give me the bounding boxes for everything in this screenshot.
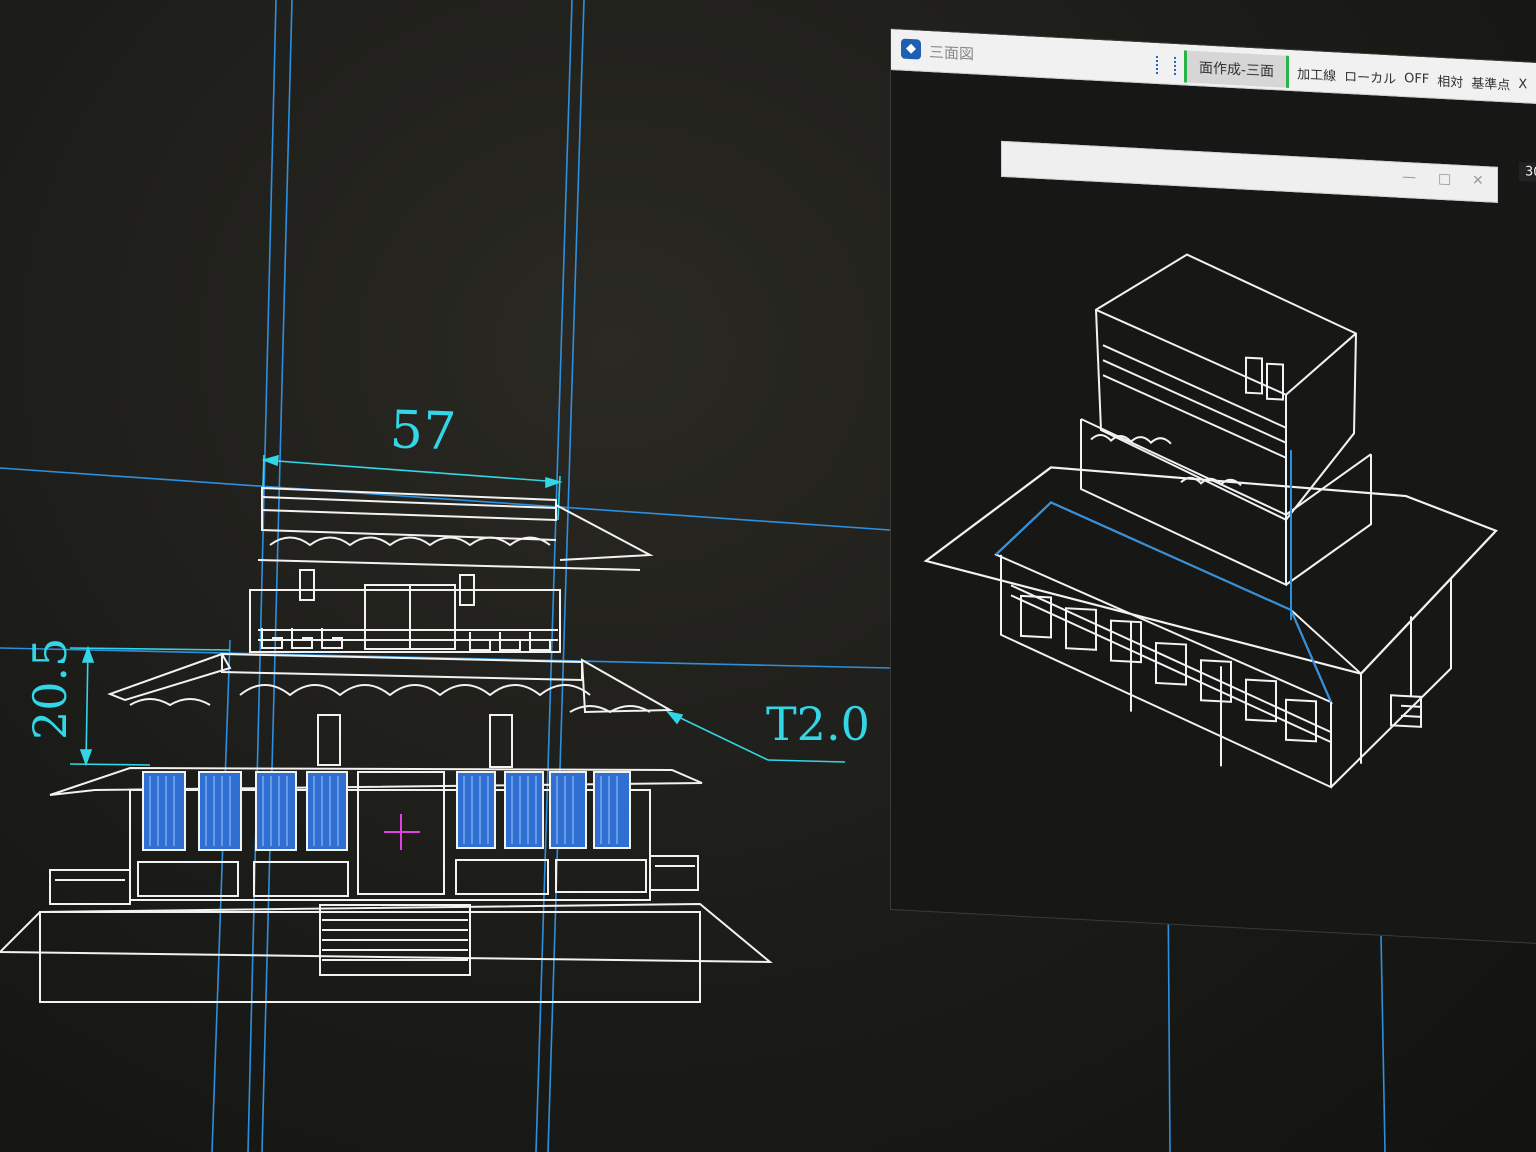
crosshair-cursor [384, 814, 420, 850]
dimension-height[interactable] [69, 645, 231, 767]
dimension-height-label: 20.5 [23, 638, 77, 740]
dimension-width[interactable] [261, 454, 563, 521]
three-view-window[interactable]: ◆ 三面図 面作成-三面 加工線 ローカル OFF 相対 基準点 X — □ ✕… [890, 28, 1536, 945]
temple-elevation[interactable] [0, 486, 773, 1003]
dimension-width-label: 57 [389, 400, 457, 462]
isometric-model-view[interactable] [891, 29, 1536, 944]
thickness-label: T2.0 [766, 697, 870, 751]
